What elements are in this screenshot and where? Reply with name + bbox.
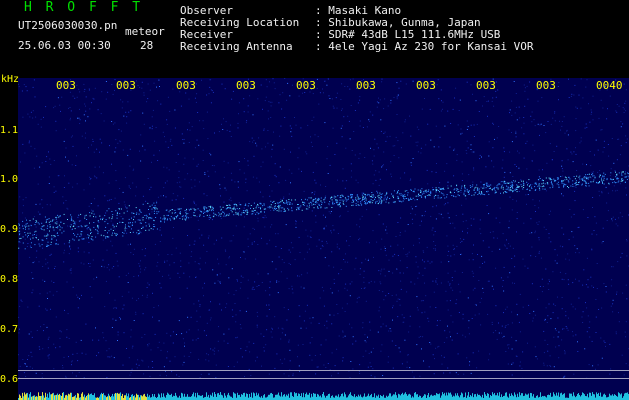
x-tick-6: 003 bbox=[356, 79, 376, 92]
x-tick-5: 003 bbox=[296, 79, 316, 92]
y-tick-1.1: 1.1 bbox=[0, 125, 19, 136]
frequency-unit-label: kHz bbox=[1, 74, 20, 85]
brand-title: H R O F F T bbox=[24, 0, 144, 15]
y-tick-1.0: 1.0 bbox=[0, 174, 19, 185]
spectrogram-canvas bbox=[18, 78, 629, 400]
x-tick-1: 003 bbox=[56, 79, 76, 92]
reference-line-lower bbox=[18, 378, 629, 379]
antenna-value: : 4ele Yagi Az 230 for Kansai VOR bbox=[315, 40, 534, 53]
x-tick-4: 003 bbox=[236, 79, 256, 92]
file-name: UT2506030030.pn bbox=[18, 19, 118, 32]
x-tick-7: 003 bbox=[416, 79, 436, 92]
reference-line-upper bbox=[18, 370, 629, 371]
x-tick-10: 0040 bbox=[596, 79, 623, 92]
x-tick-8: 003 bbox=[476, 79, 496, 92]
date-time: 25.06.03 00:30 bbox=[18, 39, 111, 52]
y-tick-0.6: 0.6 bbox=[0, 374, 19, 385]
spectrogram-plot bbox=[18, 78, 629, 400]
y-tick-0.7: 0.7 bbox=[0, 324, 19, 335]
x-tick-2: 003 bbox=[116, 79, 136, 92]
antenna-label: Receiving Antenna bbox=[180, 40, 293, 53]
x-tick-9: 003 bbox=[536, 79, 556, 92]
y-tick-0.9: 0.9 bbox=[0, 224, 19, 235]
echo-count: 28 bbox=[140, 39, 154, 52]
file-type: meteor bbox=[125, 25, 165, 38]
y-tick-0.8: 0.8 bbox=[0, 274, 19, 285]
header-panel: H R O F F T UT2506030030.pn meteor 25.06… bbox=[0, 0, 629, 78]
x-tick-3: 003 bbox=[176, 79, 196, 92]
